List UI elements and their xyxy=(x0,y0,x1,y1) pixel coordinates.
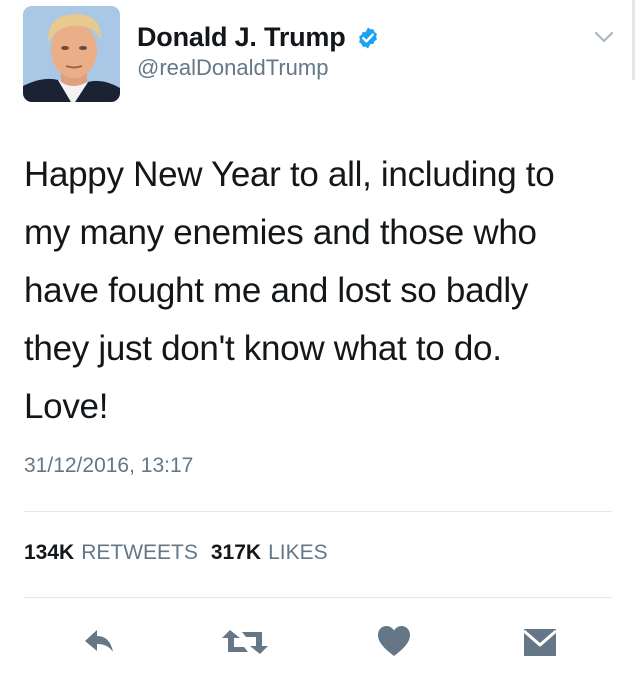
verified-badge-icon xyxy=(358,27,377,48)
user-handle[interactable]: @realDonaldTrump xyxy=(137,55,328,81)
like-heart-icon xyxy=(378,626,410,656)
tweet-text: Happy New Year to all, including to my m… xyxy=(24,155,555,426)
retweet-button[interactable] xyxy=(220,622,270,662)
tweet-actions-bar xyxy=(0,622,635,662)
divider xyxy=(24,511,612,512)
avatar[interactable] xyxy=(23,6,120,102)
divider xyxy=(24,597,612,598)
likes-stat[interactable]: 317K LIKES xyxy=(211,541,328,565)
reply-icon xyxy=(85,630,113,652)
retweets-label: RETWEETS xyxy=(81,541,198,564)
chevron-down-icon[interactable] xyxy=(593,29,615,45)
author-name-row: Donald J. Trump xyxy=(137,22,380,53)
like-button[interactable] xyxy=(376,622,412,662)
direct-message-icon xyxy=(523,629,557,656)
likes-count: 317K xyxy=(210,541,262,564)
retweet-icon xyxy=(222,630,268,654)
engagement-stats: 134K RETWEETS 317K LIKES xyxy=(24,541,328,565)
retweets-stat[interactable]: 134K RETWEETS xyxy=(24,541,198,565)
display-name[interactable]: Donald J. Trump xyxy=(137,22,346,53)
direct-message-button[interactable] xyxy=(522,622,558,662)
tweet-timestamp: 31/12/2016, 13:17 xyxy=(24,454,194,477)
retweets-count: 134K xyxy=(24,541,75,564)
tweet-detail: Donald J. Trump @realDonaldTrump Happy N… xyxy=(0,0,635,680)
likes-label: LIKES xyxy=(268,541,328,564)
reply-button[interactable] xyxy=(80,622,120,662)
